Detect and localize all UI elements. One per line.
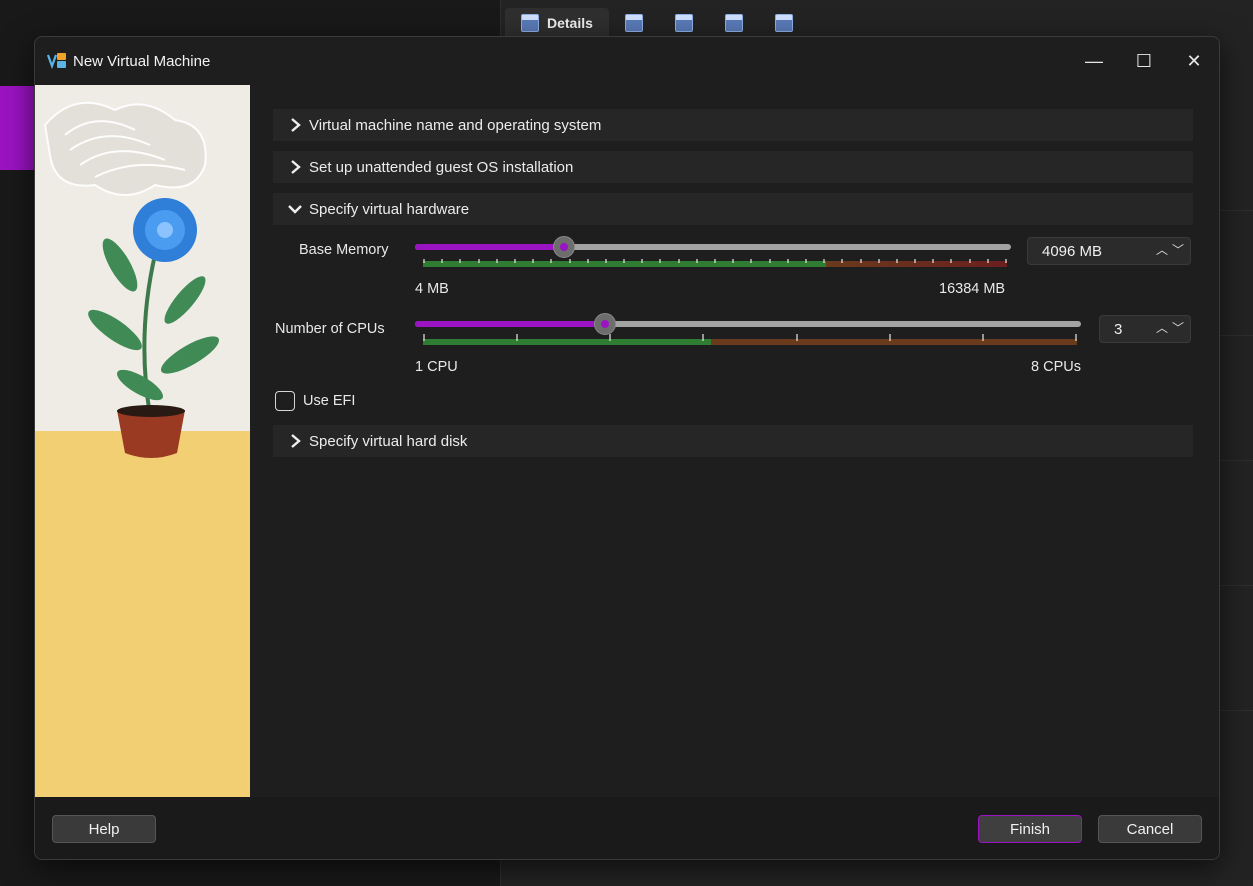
base-memory-ticks bbox=[423, 259, 1007, 263]
cpu-count-ticks bbox=[423, 334, 1077, 341]
close-icon: ✕ bbox=[1186, 50, 1202, 71]
base-memory-handle[interactable] bbox=[553, 236, 575, 258]
cpu-count-value: 3 bbox=[1114, 320, 1123, 338]
finish-button[interactable]: Finish bbox=[978, 815, 1082, 843]
cpu-count-label: Number of CPUs bbox=[275, 321, 385, 337]
section-label: Set up unattended guest OS installation bbox=[309, 158, 574, 176]
cancel-button-label: Cancel bbox=[1126, 820, 1174, 838]
cpu-count-handle[interactable] bbox=[594, 313, 616, 335]
close-button[interactable]: ✕ bbox=[1169, 37, 1219, 85]
dialog-title: New Virtual Machine bbox=[73, 52, 211, 70]
background-divider bbox=[1215, 210, 1253, 211]
maximize-button[interactable]: ☐ bbox=[1119, 37, 1169, 85]
use-efi-label[interactable]: Use EFI bbox=[303, 393, 355, 409]
snapshots-icon bbox=[624, 14, 643, 32]
section-virtual-hard-disk[interactable]: Specify virtual hard disk bbox=[273, 425, 1193, 457]
base-memory-value: 4096 MB bbox=[1042, 242, 1103, 260]
tab-activity[interactable] bbox=[709, 8, 759, 38]
chevron-right-icon bbox=[281, 118, 309, 132]
tab-details[interactable]: Details bbox=[505, 8, 609, 38]
tab-details-label: Details bbox=[547, 15, 593, 31]
cloud-illustration bbox=[43, 101, 207, 196]
base-memory-min-label: 4 MB bbox=[415, 281, 449, 297]
flower-illustration bbox=[133, 198, 197, 262]
section-label: Specify virtual hardware bbox=[309, 200, 470, 218]
background-divider bbox=[1215, 585, 1253, 586]
spin-down-icon[interactable]: ﹀ bbox=[1172, 241, 1184, 258]
section-label: Virtual machine name and operating syste… bbox=[309, 116, 602, 134]
cancel-button[interactable]: Cancel bbox=[1098, 815, 1202, 843]
section-virtual-hardware[interactable]: Specify virtual hardware bbox=[273, 193, 1193, 225]
chevron-down-icon bbox=[281, 204, 309, 214]
background-selected-vm-accent bbox=[0, 86, 36, 170]
preview-icon bbox=[774, 14, 793, 32]
base-memory-fill bbox=[415, 244, 564, 250]
section-name-and-os[interactable]: Virtual machine name and operating syste… bbox=[273, 109, 1193, 141]
activity-icon bbox=[724, 14, 743, 32]
new-vm-dialog: New Virtual Machine — ☐ ✕ Virtual machin… bbox=[34, 36, 1220, 860]
dialog-titlebar[interactable]: New Virtual Machine — ☐ ✕ bbox=[35, 37, 1219, 85]
chevron-right-icon bbox=[281, 434, 309, 448]
wizard-illustration bbox=[35, 85, 250, 797]
tab-snapshots[interactable] bbox=[609, 8, 659, 38]
help-button-label: Help bbox=[88, 820, 120, 838]
cpu-count-max-label: 8 CPUs bbox=[1031, 359, 1081, 375]
spin-up-icon[interactable]: ︿ bbox=[1156, 241, 1168, 258]
minimize-button[interactable]: — bbox=[1069, 37, 1119, 85]
logs-icon bbox=[674, 14, 693, 32]
section-label: Specify virtual hard disk bbox=[309, 432, 468, 450]
background-divider bbox=[1215, 335, 1253, 336]
base-memory-max-label: 16384 MB bbox=[939, 281, 1006, 297]
spin-down-icon[interactable]: ﹀ bbox=[1172, 319, 1184, 336]
base-memory-spinbox[interactable]: 4096 MB ︿ ﹀ bbox=[1027, 237, 1191, 265]
finish-button-label: Finish bbox=[1009, 820, 1050, 838]
details-icon bbox=[521, 14, 539, 32]
cpu-count-spinbox[interactable]: 3 ︿ ﹀ bbox=[1099, 315, 1191, 343]
help-button[interactable]: Help bbox=[52, 815, 156, 843]
minimize-icon: — bbox=[1085, 50, 1103, 71]
cpu-count-min-label: 1 CPU bbox=[415, 359, 458, 375]
virtualbox-logo-icon bbox=[46, 52, 67, 70]
window-controls: — ☐ ✕ bbox=[1069, 37, 1219, 85]
maximize-icon: ☐ bbox=[1135, 50, 1153, 71]
tab-logs[interactable] bbox=[659, 8, 709, 38]
background-divider bbox=[1215, 710, 1253, 711]
spin-up-icon[interactable]: ︿ bbox=[1156, 319, 1168, 336]
tab-preview[interactable] bbox=[759, 8, 809, 38]
chevron-right-icon bbox=[281, 160, 309, 174]
section-unattended-install[interactable]: Set up unattended guest OS installation bbox=[273, 151, 1193, 183]
base-memory-label: Base Memory bbox=[299, 242, 389, 258]
background-divider bbox=[1215, 460, 1253, 461]
use-efi-checkbox[interactable] bbox=[275, 391, 295, 411]
cpu-count-fill bbox=[415, 321, 605, 327]
background-tool-tabs: Details bbox=[505, 8, 809, 38]
